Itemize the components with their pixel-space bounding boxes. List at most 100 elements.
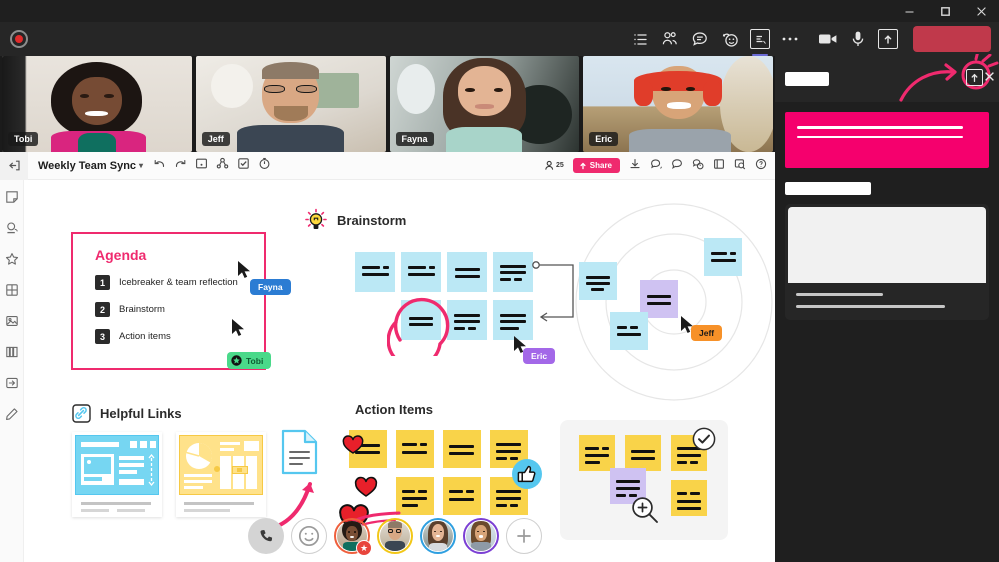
agenda-item[interactable]: 3 Action items bbox=[95, 329, 264, 344]
panel-content-card[interactable] bbox=[785, 204, 989, 320]
agenda-item[interactable]: 1 Icebreaker & team reflection bbox=[95, 275, 264, 290]
mic-icon[interactable] bbox=[845, 26, 871, 52]
sticky-note[interactable] bbox=[610, 312, 648, 350]
agenda-item[interactable]: 2 Brainstorm bbox=[95, 302, 264, 317]
checklist-icon[interactable] bbox=[237, 157, 250, 175]
avatar[interactable] bbox=[463, 518, 499, 554]
sticky-note[interactable] bbox=[490, 477, 528, 515]
document-icon[interactable] bbox=[280, 428, 320, 476]
image-icon[interactable] bbox=[5, 314, 19, 333]
connect-icon[interactable] bbox=[216, 157, 229, 175]
more-icon[interactable] bbox=[777, 26, 803, 52]
exit-board-icon[interactable] bbox=[0, 152, 28, 180]
link-card-web[interactable] bbox=[72, 432, 162, 517]
emoji-icon[interactable] bbox=[291, 518, 327, 554]
sticky-note[interactable] bbox=[671, 435, 707, 471]
close-button[interactable] bbox=[963, 0, 999, 22]
grid-icon[interactable] bbox=[5, 283, 19, 302]
cursor-label-eric: Eric bbox=[523, 348, 555, 364]
whiteboard-icon[interactable] bbox=[747, 26, 773, 52]
sticky-note[interactable] bbox=[401, 252, 441, 292]
cursor-label-fayna: Fayna bbox=[250, 279, 291, 295]
sticky-note[interactable] bbox=[447, 252, 487, 292]
camera-icon[interactable] bbox=[815, 26, 841, 52]
close-icon[interactable] bbox=[982, 69, 996, 83]
sticky-note[interactable] bbox=[493, 300, 533, 340]
people-count[interactable]: 25 bbox=[544, 160, 564, 171]
video-tile-tobi[interactable]: Tobi bbox=[2, 56, 192, 152]
agenda-title: Agenda bbox=[95, 247, 264, 263]
panel-banner-card[interactable] bbox=[785, 112, 989, 168]
sticky-note[interactable] bbox=[490, 430, 528, 468]
search-board-icon[interactable] bbox=[734, 157, 746, 175]
chevron-down-icon[interactable]: ▾ bbox=[139, 161, 143, 170]
agenda-card[interactable]: Agenda 1 Icebreaker & team reflection 2 … bbox=[71, 232, 266, 370]
leave-call-button[interactable] bbox=[913, 26, 991, 52]
undo-icon[interactable] bbox=[153, 157, 166, 175]
whiteboard-toolbar: Weekly Team Sync ▾ bbox=[0, 152, 775, 180]
timer-sticker-icon[interactable] bbox=[692, 157, 704, 175]
download-icon[interactable] bbox=[629, 157, 641, 175]
agenda-item-text: Icebreaker & team reflection bbox=[119, 277, 238, 288]
panel-label-redacted bbox=[785, 182, 871, 195]
video-tile-eric[interactable]: Eric bbox=[583, 56, 773, 152]
cursor-label-text: Jeff bbox=[699, 328, 714, 338]
maximize-button[interactable] bbox=[927, 0, 963, 22]
board-title[interactable]: Weekly Team Sync ▾ bbox=[38, 160, 143, 172]
sticky-note-icon[interactable] bbox=[5, 190, 19, 209]
redo-icon[interactable] bbox=[174, 157, 187, 175]
comment-icon[interactable] bbox=[5, 221, 19, 240]
star-icon[interactable] bbox=[5, 252, 19, 271]
avatar[interactable] bbox=[420, 518, 456, 554]
timer-icon[interactable] bbox=[258, 157, 271, 175]
pen-icon[interactable] bbox=[5, 407, 19, 426]
add-person-icon[interactable] bbox=[506, 518, 542, 554]
avatar[interactable] bbox=[377, 518, 413, 554]
agenda-item-number: 3 bbox=[95, 329, 110, 344]
minimize-button[interactable] bbox=[891, 0, 927, 22]
sticky-note[interactable] bbox=[579, 435, 615, 471]
reactions-icon[interactable] bbox=[717, 26, 743, 52]
chat-icon[interactable] bbox=[671, 157, 683, 175]
share-out-icon[interactable] bbox=[966, 69, 983, 86]
frame-icon[interactable] bbox=[195, 157, 208, 175]
sticky-note[interactable] bbox=[447, 300, 487, 340]
sticky-note[interactable] bbox=[396, 430, 434, 468]
link-card-dashboard[interactable] bbox=[176, 432, 266, 517]
sticky-note[interactable] bbox=[443, 430, 481, 468]
avatar[interactable]: ★ bbox=[334, 518, 370, 554]
sticky-note[interactable] bbox=[396, 477, 434, 515]
agenda-icon[interactable] bbox=[627, 26, 653, 52]
library-icon[interactable] bbox=[5, 345, 19, 364]
sticky-note[interactable] bbox=[610, 468, 646, 504]
export-icon[interactable] bbox=[5, 376, 19, 395]
brainstorm-title: Brainstorm bbox=[337, 213, 406, 228]
video-tile-jeff[interactable]: Jeff bbox=[196, 56, 386, 152]
sticky-note[interactable] bbox=[671, 480, 707, 516]
video-tile-fayna[interactable]: Fayna bbox=[390, 56, 580, 152]
sticky-note[interactable] bbox=[704, 238, 742, 276]
phone-icon[interactable] bbox=[248, 518, 284, 554]
cursor-label-jeff: Jeff bbox=[691, 325, 722, 341]
presentation-icon[interactable] bbox=[713, 157, 725, 175]
sticky-note[interactable] bbox=[493, 252, 533, 292]
window-titlebar bbox=[0, 0, 999, 22]
sticky-note[interactable] bbox=[579, 262, 617, 300]
whiteboard-canvas[interactable]: Agenda 1 Icebreaker & team reflection 2 … bbox=[24, 180, 775, 562]
sticky-note[interactable] bbox=[355, 252, 395, 292]
sticky-note[interactable] bbox=[349, 430, 387, 468]
people-icon[interactable] bbox=[657, 26, 683, 52]
link-icon bbox=[72, 404, 91, 423]
video-name-label: Eric bbox=[589, 132, 618, 146]
sticky-note[interactable] bbox=[625, 435, 661, 471]
share-screen-icon[interactable] bbox=[875, 26, 901, 52]
share-button[interactable]: Share bbox=[573, 158, 620, 173]
help-icon[interactable] bbox=[755, 157, 767, 175]
sticky-note[interactable] bbox=[401, 300, 441, 340]
comment-bubble-icon[interactable] bbox=[650, 157, 662, 175]
chat-icon[interactable] bbox=[687, 26, 713, 52]
cursor-label-text: Tobi bbox=[246, 356, 263, 366]
scroll-arrow-icon bbox=[148, 454, 155, 486]
sticky-note[interactable] bbox=[443, 477, 481, 515]
share-button-label: Share bbox=[590, 161, 612, 170]
